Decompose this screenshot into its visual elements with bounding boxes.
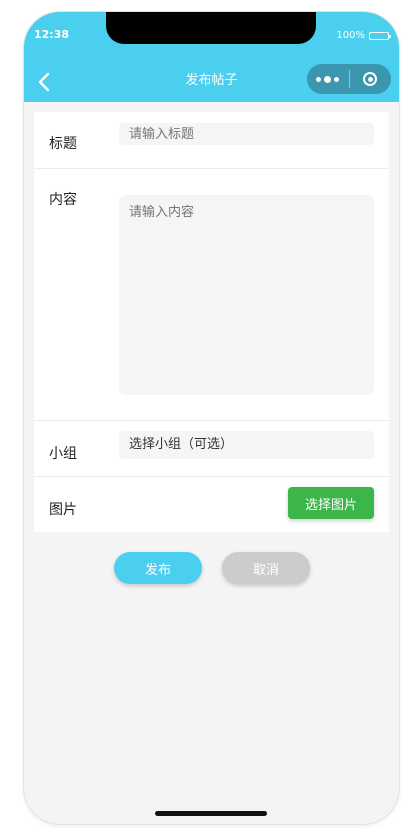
close-button[interactable] [350, 64, 392, 94]
publish-button[interactable]: 发布 [114, 552, 202, 584]
cancel-button[interactable]: 取消 [222, 552, 310, 584]
content-textarea[interactable] [119, 195, 374, 395]
device-notch [106, 12, 316, 44]
title-label: 标题 [49, 136, 77, 152]
mini-program-capsule [307, 64, 391, 94]
status-time: 12:38 [34, 28, 70, 41]
group-row: 小组 选择小组（可选） [34, 421, 389, 477]
form-actions: 发布 取消 [24, 552, 399, 584]
target-circle-icon [363, 72, 378, 86]
image-row: 图片 选择图片 [34, 477, 389, 532]
battery-percent: 100% [336, 30, 365, 41]
group-picker[interactable]: 选择小组（可选） [119, 431, 374, 459]
phone-screen: 12:38 100% 发布帖子 标题 请输入标题 内容 请输入内容 小组 选择小… [24, 12, 399, 824]
content-label: 内容 [49, 192, 77, 208]
more-button[interactable] [307, 64, 349, 94]
title-input[interactable] [119, 123, 374, 145]
content-row: 内容 [34, 169, 389, 421]
choose-image-button[interactable]: 选择图片 [288, 487, 374, 519]
navigation-header: 12:38 100% 发布帖子 [24, 12, 399, 102]
group-label: 小组 [49, 446, 77, 462]
chevron-left-icon [38, 72, 50, 92]
title-row: 标题 [34, 112, 389, 169]
more-dots-icon [316, 75, 340, 83]
image-label: 图片 [49, 502, 77, 518]
post-form: 标题 内容 小组 选择小组（可选） 图片 选择图片 [34, 112, 389, 532]
status-battery: 100% [336, 30, 391, 41]
home-indicator [155, 811, 267, 816]
back-button[interactable] [32, 70, 56, 94]
battery-icon [369, 31, 391, 40]
